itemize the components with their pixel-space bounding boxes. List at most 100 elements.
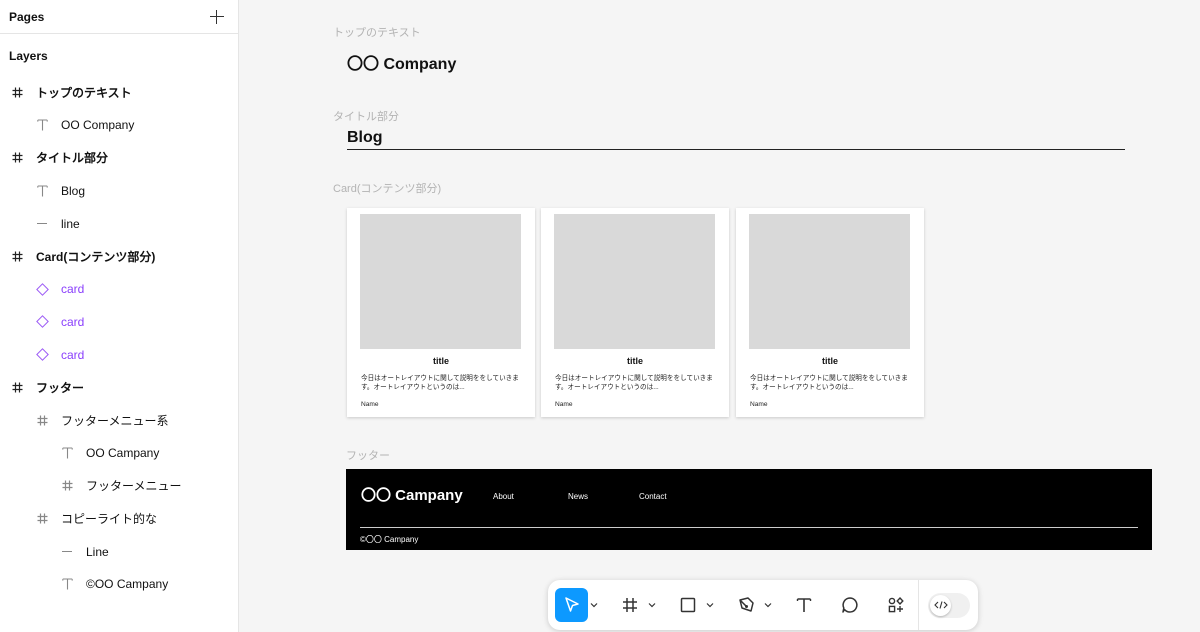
text-icon — [35, 185, 49, 197]
rectangle-icon[interactable] — [671, 588, 704, 622]
frame-label-top-text[interactable]: トップのテキスト — [333, 24, 421, 40]
pen-icon[interactable] — [729, 588, 762, 622]
component-instance-icon — [35, 348, 49, 362]
layer-row[interactable]: Line — [0, 535, 238, 568]
footer-frame[interactable]: 〇〇 Campany About News Contact ©〇〇 Campan… — [346, 469, 1152, 550]
card-image-placeholder — [554, 214, 715, 349]
frame-label-title[interactable]: タイトル部分 — [333, 108, 399, 124]
chevron-down-icon[interactable] — [762, 602, 774, 608]
card-description: 今日はオートレイアウトに関して説明ををしていきます。オートレイアウトというのは.… — [555, 375, 713, 391]
footer-divider-line — [360, 527, 1138, 528]
frame-label-card[interactable]: Card(コンテンツ部分) — [333, 180, 441, 196]
frame-label-footer[interactable]: フッター — [346, 447, 390, 463]
layer-label: OO Company — [61, 118, 135, 133]
dev-mode-toggle[interactable] — [928, 592, 970, 618]
layer-row[interactable]: Card(コンテンツ部分) — [0, 240, 238, 273]
layer-label: line — [61, 216, 80, 231]
card-title: title — [821, 356, 838, 366]
frame-icon — [35, 415, 49, 426]
bottom-toolbar — [548, 580, 978, 630]
layer-label: フッターメニュー — [86, 479, 182, 494]
layer-label: Line — [86, 544, 109, 559]
layer-label: card — [61, 282, 85, 297]
blog-title-text[interactable]: Blog — [347, 129, 383, 147]
layer-row[interactable]: OO Company — [0, 109, 238, 142]
move-cursor-icon[interactable] — [555, 588, 588, 622]
actions-tool[interactable] — [879, 588, 912, 622]
line-icon — [35, 223, 49, 225]
pages-title: Pages — [9, 9, 45, 24]
frame-icon — [10, 87, 24, 98]
layer-row[interactable]: トップのテキスト — [0, 76, 238, 109]
layers-list: トップのテキスト OO Company タイトル部分 Blog line Card(コンテ… — [0, 76, 238, 601]
layer-row[interactable]: Blog — [0, 174, 238, 207]
layer-label: ©OO Campany — [86, 577, 169, 592]
layer-row[interactable]: line — [0, 207, 238, 240]
actions-icon[interactable] — [879, 588, 912, 622]
text-icon — [35, 119, 49, 131]
frame-icon — [10, 382, 24, 393]
pen-tool[interactable] — [729, 588, 774, 622]
layer-row[interactable]: フッターメニュー系 — [0, 404, 238, 437]
frame-icon[interactable] — [613, 588, 646, 622]
design-canvas[interactable]: トップのテキスト 〇〇 Company タイトル部分 Blog Card(コンテ… — [240, 0, 1200, 632]
layer-row[interactable]: タイトル部分 — [0, 142, 238, 175]
frame-icon — [60, 480, 74, 491]
card-title: title — [626, 356, 643, 366]
layer-row[interactable]: card — [0, 338, 238, 371]
text-icon[interactable] — [787, 588, 820, 622]
layer-row[interactable]: ©OO Campany — [0, 568, 238, 601]
company-title-text[interactable]: 〇〇 Company — [347, 50, 456, 74]
line-icon — [60, 551, 74, 553]
layer-label: コピーライト的な — [61, 512, 158, 527]
footer-logo-text: 〇〇 Campany — [361, 487, 463, 504]
card-description: 今日はオートレイアウトに関して説明ををしていきます。オートレイアウトというのは.… — [361, 375, 519, 391]
frame-tool[interactable] — [613, 588, 658, 622]
chevron-down-icon[interactable] — [646, 602, 658, 608]
card[interactable]: title 今日はオートレイアウトに関して説明ををしていきます。オートレイアウト… — [541, 208, 729, 417]
pages-header: Pages — [0, 0, 238, 34]
chevron-down-icon[interactable] — [588, 602, 600, 608]
text-icon — [60, 447, 74, 459]
layer-row[interactable]: コピーライト的な — [0, 502, 238, 535]
layer-label: card — [61, 314, 85, 329]
layer-label: Card(コンテンツ部分) — [36, 249, 156, 264]
rectangle-tool[interactable] — [671, 588, 716, 622]
card-image-placeholder — [360, 214, 521, 349]
layer-row[interactable]: card — [0, 306, 238, 339]
layer-label: フッターメニュー系 — [61, 413, 169, 428]
card-author-name: Name — [555, 401, 573, 408]
layers-title: Layers — [9, 49, 48, 63]
text-tool[interactable] — [787, 588, 820, 622]
layer-label: OO Campany — [86, 446, 160, 461]
comment-icon[interactable] — [833, 588, 866, 622]
layer-label: card — [61, 347, 85, 362]
footer-nav-about: About — [493, 492, 514, 501]
frame-icon — [10, 152, 24, 163]
footer-nav-news: News — [568, 492, 589, 501]
footer-copyright: ©〇〇 Campany — [360, 535, 419, 544]
comment-tool[interactable] — [833, 588, 866, 622]
card-title: title — [432, 356, 449, 366]
frame-icon — [35, 513, 49, 524]
layer-label: タイトル部分 — [36, 151, 109, 166]
footer-nav-contact: Contact — [639, 492, 667, 501]
card-author-name: Name — [750, 401, 768, 408]
text-icon — [60, 578, 74, 590]
layer-label: フッター — [36, 381, 85, 396]
layer-row[interactable]: card — [0, 273, 238, 306]
chevron-down-icon[interactable] — [704, 602, 716, 608]
card-description: 今日はオートレイアウトに関して説明ををしていきます。オートレイアウトというのは.… — [750, 375, 908, 391]
code-icon[interactable] — [930, 594, 951, 616]
blog-divider-line[interactable] — [347, 149, 1125, 150]
move-tool[interactable] — [555, 588, 600, 622]
frame-icon — [10, 251, 24, 262]
layer-row[interactable]: OO Campany — [0, 437, 238, 470]
layer-row[interactable]: フッター — [0, 371, 238, 404]
card-author-name: Name — [361, 401, 379, 408]
card[interactable]: title 今日はオートレイアウトに関して説明ををしていきます。オートレイアウト… — [736, 208, 924, 417]
card[interactable]: title 今日はオートレイアウトに関して説明ををしていきます。オートレイアウト… — [347, 208, 535, 417]
layer-row[interactable]: フッターメニュー — [0, 470, 238, 503]
layer-label: Blog — [61, 183, 86, 198]
add-page-icon[interactable] — [210, 9, 224, 24]
